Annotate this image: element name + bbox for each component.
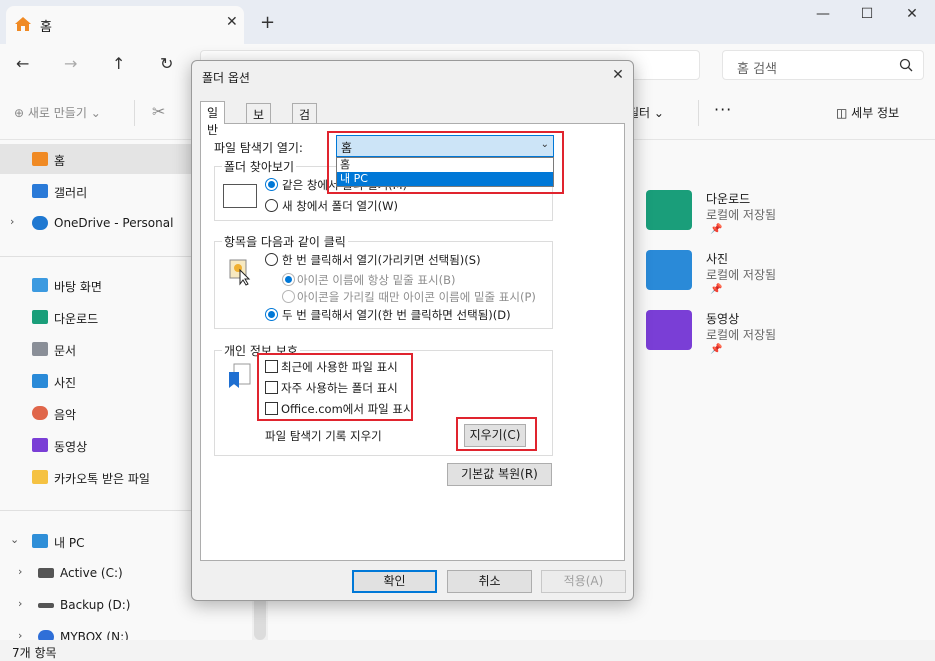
search-input[interactable]: 홈 검색 xyxy=(722,50,924,80)
chevron-down-icon: ⌄ xyxy=(540,139,549,150)
refresh-button[interactable]: ↻ xyxy=(160,54,173,73)
new-tab-button[interactable]: + xyxy=(260,12,275,33)
new-window-label: 새 창에서 폴더 열기(W) xyxy=(282,199,398,213)
underline-point-label: 아이콘을 가리킬 때만 아이콘 이름에 밑줄 표시(P) xyxy=(297,290,536,304)
tab-home[interactable]: 홈 ✕ xyxy=(6,6,244,44)
network-drive-icon xyxy=(38,630,54,640)
checkbox-recent-files[interactable] xyxy=(265,360,278,373)
combo-value: 홈 xyxy=(341,141,353,155)
item-count: 7개 항목 xyxy=(12,646,57,660)
radio-new-window[interactable] xyxy=(265,199,278,212)
radio-same-window[interactable] xyxy=(265,178,278,191)
status-bar: 7개 항목 xyxy=(0,640,935,661)
picture-folder-icon xyxy=(646,250,692,290)
details-button[interactable]: ◫ 세부 정보 xyxy=(836,104,899,121)
folder-videos[interactable]: 동영상 로컬에 저장됨 📌 xyxy=(646,310,896,370)
cancel-button[interactable]: 취소 xyxy=(447,570,532,593)
single-click-label: 한 번 클릭해서 열기(가리키면 선택됨)(S) xyxy=(282,253,481,267)
radio-underline-point[interactable] xyxy=(282,290,295,303)
folder-pictures[interactable]: 사진 로컬에 저장됨 📌 xyxy=(646,250,896,310)
chevron-down-icon[interactable]: ⌄ xyxy=(10,533,19,546)
more-options-button[interactable]: ··· xyxy=(714,100,732,119)
home-icon xyxy=(15,17,31,31)
maximize-button[interactable]: ☐ xyxy=(847,6,887,22)
pin-icon: 📌 xyxy=(710,344,723,355)
video-folder-icon xyxy=(646,310,692,350)
office-files-label: Office.com에서 파일 표시 xyxy=(281,402,414,416)
new-button[interactable]: ⊕ 새로 만들기 ⌄ xyxy=(14,104,101,121)
drive-icon xyxy=(38,568,54,578)
sidebar-item-drive-n[interactable]: › MYBOX (N:) xyxy=(0,622,252,640)
desktop-icon xyxy=(32,278,48,292)
computer-icon xyxy=(32,534,48,548)
clear-history-label: 파일 탐색기 기록 지우기 xyxy=(265,429,382,443)
close-window-button[interactable]: ✕ xyxy=(892,6,932,22)
restore-defaults-button[interactable]: 기본값 복원(R) xyxy=(447,463,552,486)
chevron-right-icon[interactable]: › xyxy=(10,215,14,228)
privacy-icon xyxy=(229,363,251,388)
privacy-title: 개인 정보 보호 xyxy=(222,342,300,359)
chevron-right-icon[interactable]: › xyxy=(18,565,22,578)
up-button[interactable]: ↑ xyxy=(112,54,125,73)
chevron-right-icon[interactable]: › xyxy=(18,629,22,640)
chevron-right-icon[interactable]: › xyxy=(18,597,22,610)
home-icon xyxy=(32,152,48,166)
open-explorer-dropdown[interactable]: 홈 내 PC xyxy=(336,157,554,187)
download-folder-icon xyxy=(646,190,692,230)
dialog-title: 폴더 옵션 xyxy=(202,71,250,85)
apply-button[interactable]: 적용(A) xyxy=(541,570,626,593)
download-icon xyxy=(32,310,48,324)
music-icon xyxy=(32,406,48,420)
tab-view[interactable]: 보기 xyxy=(246,103,272,139)
radio-double-click[interactable] xyxy=(265,308,278,321)
search-icon xyxy=(899,58,913,72)
checkbox-office-files[interactable] xyxy=(265,402,278,415)
forward-button[interactable]: → xyxy=(64,54,77,73)
checkbox-frequent-folders[interactable] xyxy=(265,381,278,394)
tab-general[interactable]: 일반 xyxy=(200,101,226,137)
picture-icon xyxy=(32,374,48,388)
option-this-pc[interactable]: 내 PC xyxy=(337,172,553,186)
close-tab-icon[interactable]: ✕ xyxy=(226,14,238,30)
minimize-button[interactable]: — xyxy=(803,6,843,22)
video-icon xyxy=(32,438,48,452)
tab-label: 홈 xyxy=(40,20,52,35)
title-bar: 홈 ✕ + — ☐ ✕ xyxy=(0,0,935,44)
radio-underline-always[interactable] xyxy=(282,273,295,286)
folder-icon xyxy=(32,470,48,484)
search-placeholder: 홈 검색 xyxy=(737,62,778,77)
browse-folders-title: 폴더 찾아보기 xyxy=(222,158,297,175)
open-explorer-combo[interactable]: 홈 ⌄ xyxy=(336,135,554,157)
underline-always-label: 아이콘 이름에 항상 밑줄 표시(B) xyxy=(297,273,456,287)
ok-button[interactable]: 확인 xyxy=(352,570,437,593)
clear-button[interactable]: 지우기(C) xyxy=(464,424,526,447)
recent-files-label: 최근에 사용한 파일 표시 xyxy=(281,360,398,374)
frequent-folders-label: 자주 사용하는 폴더 표시 xyxy=(281,381,398,395)
pin-icon: 📌 xyxy=(710,284,723,295)
tab-search[interactable]: 검색 xyxy=(292,103,318,139)
window-icon xyxy=(223,184,257,208)
document-icon xyxy=(32,342,48,356)
pin-icon: 📌 xyxy=(710,224,723,235)
cloud-icon xyxy=(32,216,48,230)
cut-icon[interactable]: ✂ xyxy=(152,102,165,121)
pointer-icon xyxy=(229,259,251,286)
folder-downloads[interactable]: 다운로드 로컬에 저장됨 📌 xyxy=(646,190,896,250)
dialog-close-button[interactable]: ✕ xyxy=(608,67,628,87)
drive-icon xyxy=(38,603,54,608)
gallery-icon xyxy=(32,184,48,198)
click-items-title: 항목을 다음과 같이 클릭 xyxy=(222,233,348,250)
open-explorer-label: 파일 탐색기 열기: xyxy=(214,141,303,155)
option-home[interactable]: 홈 xyxy=(337,158,553,172)
double-click-label: 두 번 클릭해서 열기(한 번 클릭하면 선택됨)(D) xyxy=(282,308,511,322)
radio-single-click[interactable] xyxy=(265,253,278,266)
back-button[interactable]: ← xyxy=(16,54,29,73)
